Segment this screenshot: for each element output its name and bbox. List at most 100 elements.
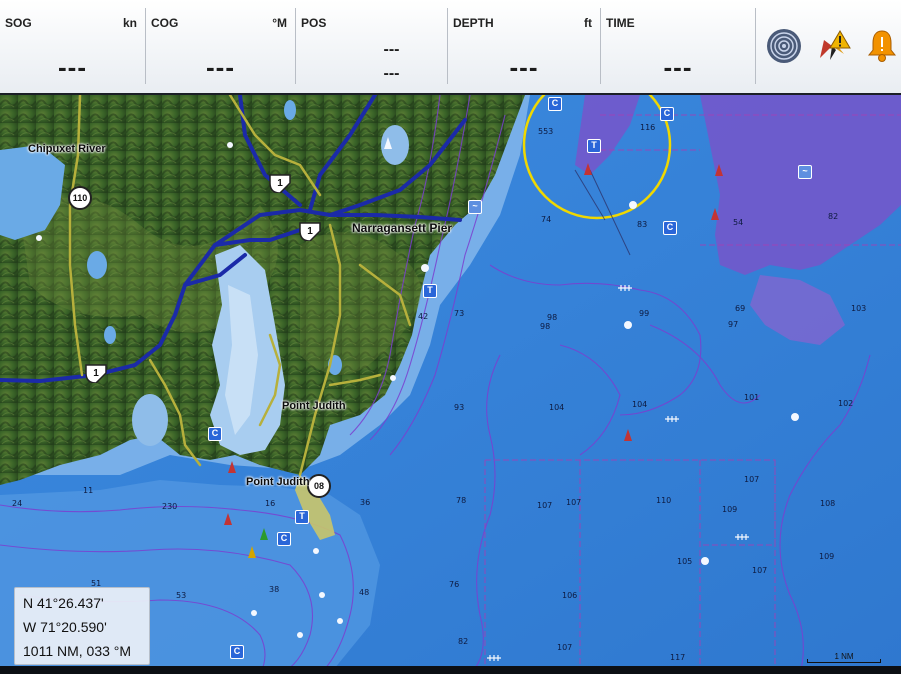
cursor-latitude: N 41°26.437'	[23, 595, 104, 611]
cursor-longitude: W 71°20.590'	[23, 619, 107, 635]
depth-label: DEPTH	[453, 16, 494, 30]
time-cell[interactable]: TIME ---	[600, 8, 755, 84]
svg-text:1: 1	[307, 226, 313, 237]
depth-sounding: 74	[541, 215, 552, 224]
depth-sounding: 24	[12, 499, 23, 508]
place-narragansett-pier: Narragansett Pier	[352, 221, 453, 235]
depth-sounding: 230	[162, 502, 178, 511]
pos-cell[interactable]: POS --- ---	[295, 8, 447, 84]
depth-sounding: 109	[819, 552, 835, 561]
depth-sounding: 107	[557, 643, 573, 652]
depth-sounding: 54	[733, 218, 744, 227]
route-110-shield: 110	[68, 186, 92, 210]
pos-lon-value: ---	[383, 65, 400, 82]
depth-sounding: 93	[454, 403, 465, 412]
current-station-icon[interactable]: C	[548, 97, 562, 111]
pos-label: POS	[301, 16, 327, 30]
depth-sounding: 104	[632, 400, 648, 409]
depth-sounding: 78	[456, 496, 467, 505]
depth-sounding: 105	[677, 557, 693, 566]
tide-station-icon[interactable]: T	[423, 284, 437, 298]
depth-sounding: 107	[537, 501, 553, 510]
cog-label: COG	[151, 16, 179, 30]
screen-bezel	[0, 666, 901, 674]
place-chipuxet-river: Chipuxet River	[28, 143, 106, 155]
depth-sounding: 110	[656, 496, 672, 505]
depth-sounding: 73	[454, 309, 465, 318]
depth-sounding: 38	[269, 585, 280, 594]
cog-value: ---	[206, 52, 235, 82]
depth-sounding: 42	[418, 312, 429, 321]
depth-sounding: 83	[637, 220, 648, 229]
depth-value: ---	[509, 52, 539, 82]
depth-sounding: 69	[735, 304, 746, 313]
sog-cell[interactable]: SOG kn ---	[0, 8, 145, 84]
depth-sounding: 107	[752, 566, 768, 575]
depth-sounding: 106	[562, 591, 578, 600]
current-station-icon[interactable]: C	[277, 532, 291, 546]
depth-sounding: 107	[744, 475, 760, 484]
scale-bar: 1 NM	[803, 650, 885, 668]
cog-cell[interactable]: COG °M ---	[145, 8, 295, 84]
lake	[284, 100, 296, 120]
wind-alert-icon[interactable]	[816, 28, 852, 64]
us-route-1-shield-icon: 1	[269, 174, 291, 193]
cursor-position-box[interactable]: N 41°26.437' W 71°20.590' 1011 NM, 033 °…	[14, 587, 150, 665]
chartplotter-screen: SOG kn --- COG °M --- POS --- --- DEPTH …	[0, 0, 901, 674]
depth-sounding: 36	[360, 498, 371, 507]
depth-sounding: 82	[458, 637, 469, 646]
instrument-data-bar: SOG kn --- COG °M --- POS --- --- DEPTH …	[0, 0, 901, 95]
time-value: ---	[663, 52, 693, 82]
tide-station-icon[interactable]: T	[587, 139, 601, 153]
depth-sounding: 97	[728, 320, 739, 329]
pos-lat-value: ---	[383, 41, 400, 58]
depth-cell[interactable]: DEPTH ft ---	[447, 8, 600, 84]
cog-unit: °M	[272, 16, 287, 30]
depth-sounding: 98	[540, 322, 551, 331]
time-label: TIME	[606, 16, 635, 30]
depth-sounding: 107	[566, 498, 582, 507]
current-station-icon[interactable]: C	[663, 221, 677, 235]
current-station-icon[interactable]: C	[230, 645, 244, 659]
depth-sounding: 116	[640, 123, 656, 132]
lake	[381, 125, 409, 165]
status-icon-area	[755, 8, 901, 84]
tide-station-icon[interactable]: T	[295, 510, 309, 524]
depth-sounding: 553	[538, 127, 554, 136]
depth-sounding: 99	[639, 309, 650, 318]
salt-pond	[132, 394, 168, 446]
alarm-bell-icon[interactable]	[864, 28, 900, 64]
depth-sounding: 16	[265, 499, 276, 508]
depth-sounding: 103	[851, 304, 867, 313]
depth-sounding: 104	[549, 403, 565, 412]
current-station-icon[interactable]: C	[660, 107, 674, 121]
place-point-judith-pond: Point Judith	[246, 476, 310, 488]
sonar-icon[interactable]	[766, 28, 802, 64]
us-route-1-shield-icon: 1	[299, 222, 321, 241]
svg-text:1: 1	[277, 178, 283, 189]
route-108-shield: 08	[307, 474, 331, 498]
lake	[104, 326, 116, 344]
depth-unit: ft	[584, 16, 592, 30]
depth-sounding: 117	[670, 653, 686, 662]
depth-sounding: 76	[449, 580, 460, 589]
place-point-judith-town: Point Judith	[282, 400, 346, 412]
depth-sounding: 82	[828, 212, 839, 221]
cursor-range-bearing: 1011 NM, 033 °M	[23, 643, 132, 659]
depth-sounding: 101	[744, 393, 760, 402]
sog-unit: kn	[122, 16, 137, 30]
depth-sounding: 102	[838, 399, 854, 408]
current-station-icon[interactable]: C	[208, 427, 222, 441]
depth-sounding: 98	[547, 313, 558, 322]
depth-sounding: 109	[722, 505, 738, 514]
sog-label: SOG	[5, 16, 32, 30]
sog-value: ---	[58, 52, 87, 82]
depth-sounding: 53	[176, 591, 187, 600]
svg-text:1: 1	[93, 368, 99, 379]
marina-icon[interactable]: ~	[468, 200, 482, 214]
lake	[87, 251, 107, 279]
us-route-1-shield-icon: 1	[85, 364, 107, 383]
depth-sounding: 11	[83, 486, 94, 495]
depth-sounding: 48	[359, 588, 370, 597]
marina-icon[interactable]: ~	[798, 165, 812, 179]
